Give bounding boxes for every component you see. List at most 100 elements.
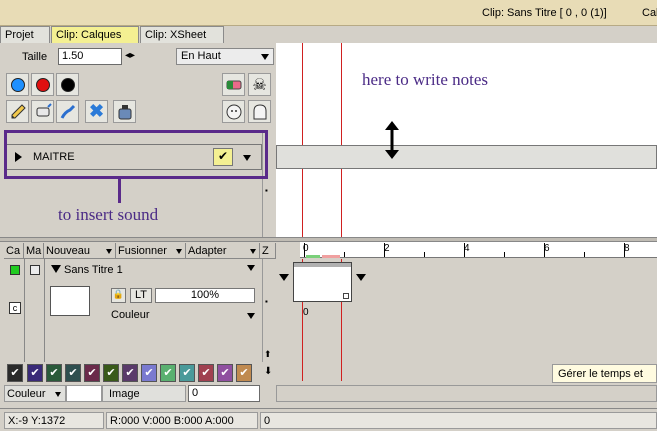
red-color-button[interactable] (31, 73, 54, 96)
col-header-nouveau[interactable]: Nouveau (44, 243, 116, 259)
track-right-chevron-icon[interactable] (356, 274, 366, 281)
ruler-tick (504, 252, 505, 257)
ruler-label-4: 4 (464, 243, 470, 254)
tab-projet[interactable]: Projet (0, 26, 50, 43)
swatch-4[interactable]: ✔ (65, 364, 81, 382)
c-badge[interactable]: c (9, 302, 21, 314)
cut-tool-button[interactable]: ✖ (85, 100, 108, 123)
swatch-10[interactable]: ✔ (179, 364, 195, 382)
annotation-sound: to insert sound (58, 205, 159, 224)
tooltip: Gérer le temps et (552, 364, 657, 383)
col-header-adapter-label: Adapter (188, 245, 227, 257)
camera-toggle-icon[interactable] (10, 265, 20, 275)
status-zero: 0 (260, 412, 657, 429)
col-header-nouveau-label: Nouveau (46, 245, 91, 257)
ink-tool-button[interactable] (113, 100, 136, 123)
ruler-tick (584, 252, 585, 257)
mask-toggle-icon[interactable] (30, 265, 40, 275)
color-mode-label[interactable]: Couleur (111, 309, 150, 321)
onion-skin-button[interactable] (222, 100, 245, 123)
sound-highlight-box (4, 130, 268, 179)
onion-face-icon (226, 104, 241, 119)
level-thumbnail[interactable] (50, 286, 90, 316)
size-stepper-icon[interactable]: ◂▸ (125, 50, 135, 61)
chevron-down-icon (55, 392, 61, 397)
opacity-field[interactable]: 100% (155, 288, 255, 303)
col-header-ca[interactable]: Ca (4, 243, 24, 259)
couleur-select[interactable]: Couleur (4, 385, 66, 402)
ruler-label-2: 2 (384, 243, 390, 254)
swatch-5[interactable]: ✔ (84, 364, 100, 382)
level-menu-chevron-icon[interactable] (247, 265, 255, 271)
brush-tool-button[interactable] (56, 100, 79, 123)
lt-button[interactable]: LT (130, 288, 152, 303)
status-rgba: R:000 V:000 B:000 A:000 (106, 412, 258, 429)
black-color-button[interactable] (56, 73, 79, 96)
scroll-up-arrow-icon[interactable]: ⬆ (264, 349, 272, 360)
blue-color-button[interactable] (6, 73, 29, 96)
eraser-tool-button[interactable] (222, 73, 245, 96)
swatch-8[interactable]: ✔ (141, 364, 157, 382)
ruler-label-8: 8 (624, 243, 630, 254)
status-bar: X:-9 Y:1372 R:000 V:000 B:000 A:000 0 (0, 408, 657, 431)
position-select[interactable]: En Haut (176, 48, 274, 65)
swatch-1[interactable]: ✔ (7, 364, 23, 382)
image-label: Image (102, 385, 186, 402)
ruler-label-0: 0 (303, 243, 309, 254)
scroll-dot-icon: ▪ (265, 186, 268, 195)
frame-cell[interactable] (293, 262, 352, 302)
col-header-fusionner[interactable]: Fusionner (116, 243, 186, 259)
scroll-dot-icon: ▪ (265, 297, 268, 306)
ruler-tick (344, 252, 345, 257)
swatch-2[interactable]: ✔ (27, 364, 43, 382)
eraser-icon (226, 80, 241, 89)
frame-ruler[interactable]: 0 2 4 6 8 (300, 242, 657, 258)
swatch-12[interactable]: ✔ (217, 364, 233, 382)
title-bar: Clip: Sans Titre [ 0 , 0 (1)] Cal (0, 0, 657, 26)
swatch-9[interactable]: ✔ (160, 364, 176, 382)
tab-bar: Projet Clip: Calques Clip: XSheet (0, 26, 276, 43)
chevron-down-icon (261, 54, 269, 60)
black-dot-icon (60, 77, 75, 92)
chevron-down-icon (106, 249, 112, 254)
resize-arrow-icon[interactable] (382, 120, 402, 160)
scroll-down-arrow-icon[interactable]: ⬇ (264, 366, 272, 377)
track-left-chevron-icon[interactable] (279, 274, 289, 281)
swatch-6[interactable]: ✔ (103, 364, 119, 382)
timeline-horizontal-scrollbar[interactable] (276, 385, 657, 402)
swatch-7[interactable]: ✔ (122, 364, 138, 382)
time-marker-line-right (341, 43, 342, 237)
tab-clip-calques[interactable]: Clip: Calques (51, 26, 139, 43)
swatch-13[interactable]: ✔ (236, 364, 252, 382)
ghost-tool-button[interactable] (248, 100, 271, 123)
level-name: Sans Titre 1 (64, 264, 123, 276)
frame-cell-header (294, 263, 351, 267)
ghost-icon (253, 103, 266, 119)
swatch-3[interactable]: ✔ (46, 364, 62, 382)
layer-track-overlay (276, 145, 657, 169)
size-label: Taille (22, 51, 48, 63)
col-header-adapter[interactable]: Adapter (186, 243, 260, 259)
level-expand-icon[interactable] (51, 265, 61, 273)
color-mode-chevron-icon[interactable] (247, 313, 255, 319)
pencil-icon (11, 103, 26, 118)
pencil-tool-button[interactable] (6, 100, 29, 123)
cross-icon: ✖ (88, 101, 105, 121)
ink-bottle-icon (118, 104, 131, 119)
col-divider (44, 259, 45, 362)
frame-resize-handle-icon[interactable] (343, 293, 349, 299)
col-header-z[interactable]: Z (260, 243, 276, 259)
swatch-11[interactable]: ✔ (198, 364, 214, 382)
color-preview[interactable] (66, 385, 102, 402)
erase-brush-button[interactable] (31, 100, 54, 123)
image-value-input[interactable]: 0 (188, 385, 260, 402)
clear-tool-button[interactable]: ☠ (248, 73, 271, 96)
tab-clip-xsheet[interactable]: Clip: XSheet (140, 26, 224, 43)
col-header-ma[interactable]: Ma (24, 243, 44, 259)
level-list-scrollbar[interactable]: ▪ ⬆ (262, 259, 274, 362)
ruler-tick (424, 252, 425, 257)
lock-icon[interactable]: 🔒 (111, 288, 126, 303)
col-divider (24, 259, 25, 362)
frame-number: 0 (303, 307, 309, 318)
size-input[interactable]: 1.50 (58, 48, 122, 65)
